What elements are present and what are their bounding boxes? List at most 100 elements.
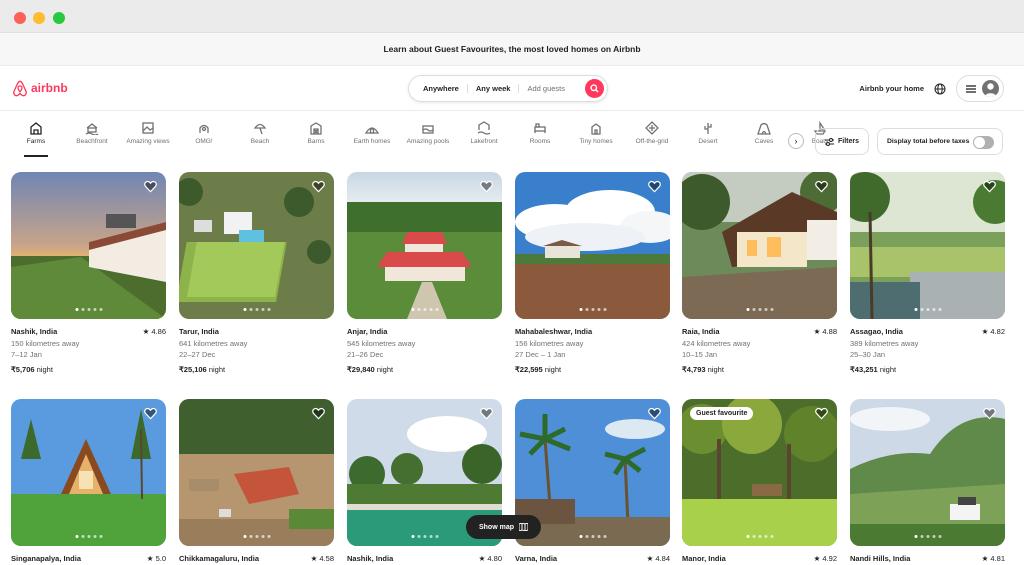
star-icon: ★ xyxy=(813,327,821,336)
category-lakefront[interactable]: Lakefront xyxy=(456,117,512,157)
search-any-week[interactable]: Any week xyxy=(468,84,520,93)
bed-icon xyxy=(534,123,546,133)
listing-price-unit: night xyxy=(879,364,897,374)
photo-carousel-dots xyxy=(75,535,102,538)
heart-icon[interactable] xyxy=(983,180,996,193)
listing-photo[interactable] xyxy=(850,399,1005,546)
listing-photo-image xyxy=(11,172,166,319)
user-menu-button[interactable] xyxy=(956,75,1004,102)
search-bar[interactable]: Anywhere Any week Add guests xyxy=(408,75,608,102)
map-icon xyxy=(519,523,528,531)
heart-icon[interactable] xyxy=(983,407,996,420)
taxes-toggle-switch[interactable] xyxy=(973,136,994,149)
listing-card[interactable]: Mahabaleshwar, India 156 kilometres away… xyxy=(515,172,670,375)
heart-icon[interactable] xyxy=(815,180,828,193)
search-button[interactable] xyxy=(585,79,604,98)
heart-icon[interactable] xyxy=(312,407,325,420)
listing-card[interactable]: Guest favourite Manor, India ★ 4.92 xyxy=(682,399,837,565)
listing-photo-image xyxy=(850,172,1005,319)
category-off-the-grid[interactable]: Off-the-grid xyxy=(624,117,680,157)
category-barns[interactable]: Barns xyxy=(288,117,344,157)
close-window-button[interactable] xyxy=(14,12,26,24)
views-icon xyxy=(142,122,154,134)
heart-icon[interactable] xyxy=(312,180,325,193)
guest-favourites-banner[interactable]: Learn about Guest Favourites, the most l… xyxy=(0,33,1024,66)
listing-card[interactable]: Raia, India ★ 4.88 424 kilometres away 1… xyxy=(682,172,837,375)
globe-icon[interactable] xyxy=(934,83,946,95)
listing-rating-value: 4.88 xyxy=(822,327,837,336)
star-icon: ★ xyxy=(310,554,318,563)
filters-button[interactable]: Filters xyxy=(815,128,869,155)
listing-details: Nandi Hills, India ★ 4.81 xyxy=(850,553,1005,565)
listing-photo[interactable]: Guest favourite xyxy=(682,399,837,546)
category-label: Earth homes xyxy=(353,138,391,145)
listing-card[interactable]: Anjar, India 545 kilometres away 21–26 D… xyxy=(347,172,502,375)
category-tiny-homes[interactable]: Tiny homes xyxy=(568,117,624,157)
listing-card[interactable]: Nandi Hills, India ★ 4.81 xyxy=(850,399,1005,565)
listing-card[interactable]: Chikkamagaluru, India ★ 4.58 xyxy=(179,399,334,565)
listing-photo[interactable] xyxy=(11,172,166,319)
star-icon: ★ xyxy=(146,554,154,563)
category-label: Amazing pools xyxy=(406,138,450,145)
category-omg[interactable]: OMG! xyxy=(176,117,232,157)
listing-photo-image xyxy=(179,172,334,319)
listing-details: Chikkamagaluru, India ★ 4.58 xyxy=(179,553,334,565)
tiny-home-icon xyxy=(591,123,601,135)
listing-card[interactable]: Nashik, India ★ 4.86 150 kilometres away… xyxy=(11,172,166,375)
category-beach[interactable]: Beach xyxy=(232,117,288,157)
search-anywhere[interactable]: Anywhere xyxy=(423,84,468,93)
listing-card[interactable]: Nashik, India ★ 4.80 xyxy=(347,399,502,565)
listing-details: Nashik, India ★ 4.86 150 kilometres away… xyxy=(11,326,166,375)
listing-card[interactable]: Varna, India ★ 4.84 xyxy=(515,399,670,565)
listing-card[interactable]: Singanapalya, India ★ 5.0 xyxy=(11,399,166,565)
category-earth-homes[interactable]: Earth homes xyxy=(344,117,400,157)
listing-price: ₹43,251 night xyxy=(850,364,1005,376)
category-beachfront[interactable]: Beachfront xyxy=(64,117,120,157)
category-farms[interactable]: Farms xyxy=(8,117,64,157)
heart-icon[interactable] xyxy=(648,180,661,193)
listing-rating: ★ 4.92 xyxy=(814,553,837,565)
maximize-window-button[interactable] xyxy=(53,12,65,24)
category-rooms[interactable]: Rooms xyxy=(512,117,568,157)
heart-icon[interactable] xyxy=(480,180,493,193)
listing-photo[interactable] xyxy=(682,172,837,319)
star-icon: ★ xyxy=(646,554,654,563)
category-next-button[interactable]: › xyxy=(788,133,804,149)
listing-photo[interactable] xyxy=(347,172,502,319)
category-amazing-pools[interactable]: Amazing pools xyxy=(400,117,456,157)
listing-photo[interactable] xyxy=(179,399,334,546)
minimize-window-button[interactable] xyxy=(33,12,45,24)
airbnb-your-home-link[interactable]: Airbnb your home xyxy=(859,84,924,93)
star-icon: ★ xyxy=(981,327,989,336)
display-total-toggle[interactable]: Display total before taxes xyxy=(877,128,1003,155)
heart-icon[interactable] xyxy=(144,407,157,420)
listing-price-amount: ₹25,106 xyxy=(179,364,207,374)
category-caves[interactable]: Caves xyxy=(736,117,792,157)
listing-location: Anjar, India xyxy=(347,327,388,336)
star-icon: ★ xyxy=(981,554,989,563)
listing-price-unit: night xyxy=(376,364,394,374)
listing-photo[interactable] xyxy=(11,399,166,546)
photo-carousel-dots xyxy=(243,308,270,311)
header-actions: Airbnb your home xyxy=(859,75,1004,102)
heart-icon[interactable] xyxy=(144,180,157,193)
beach-umbrella-icon xyxy=(253,123,267,135)
listing-photo[interactable] xyxy=(515,172,670,319)
show-map-button[interactable]: Show map xyxy=(466,515,541,539)
heart-icon[interactable] xyxy=(480,407,493,420)
listing-price-amount: ₹43,251 xyxy=(850,364,878,374)
category-desert[interactable]: Desert xyxy=(680,117,736,157)
heart-icon[interactable] xyxy=(648,407,661,420)
category-amazing-views[interactable]: Amazing views xyxy=(120,117,176,157)
listing-card[interactable]: Tarur, India 641 kilometres away 22–27 D… xyxy=(179,172,334,375)
listing-photo[interactable] xyxy=(179,172,334,319)
search-add-guests[interactable]: Add guests xyxy=(519,84,573,93)
listing-location: Singanapalya, India xyxy=(11,554,82,563)
listing-card[interactable]: Assagao, India ★ 4.82 389 kilometres awa… xyxy=(850,172,1005,375)
listing-photo[interactable] xyxy=(850,172,1005,319)
heart-icon[interactable] xyxy=(815,407,828,420)
airbnb-logo[interactable]: airbnb xyxy=(12,80,68,97)
listing-details: Nashik, India ★ 4.80 xyxy=(347,553,502,565)
star-icon: ★ xyxy=(478,554,486,563)
hamburger-menu-icon xyxy=(966,84,976,93)
